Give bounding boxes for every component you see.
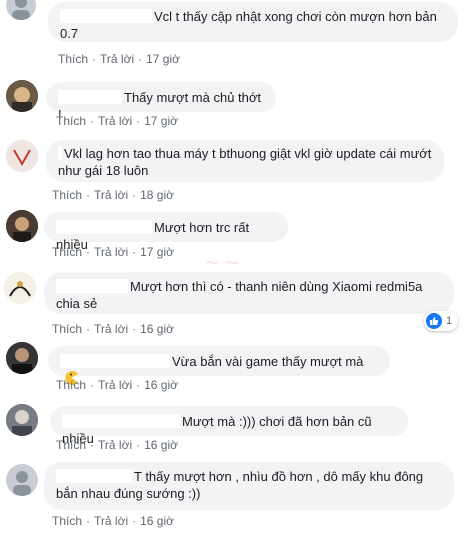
- comment-bubble: Mượt hơn trc rất nhiều: [44, 212, 288, 252]
- comment-bubble: Vcl t thấy cập nhật xong chơi còn mượn h…: [48, 2, 458, 42]
- reaction-count-value: 1: [446, 315, 453, 327]
- avatar[interactable]: [6, 0, 36, 20]
- avatar[interactable]: [6, 210, 38, 242]
- avatar[interactable]: [6, 80, 38, 112]
- timestamp[interactable]: 16 giờ: [144, 378, 178, 392]
- reaction-count[interactable]: 1: [424, 311, 459, 331]
- thumbs-up-icon: [426, 313, 442, 329]
- reply-link[interactable]: Trả lời: [94, 188, 128, 202]
- comment-bubble: Vừa bắn vài game thấy mượt mà: [48, 346, 390, 385]
- timestamp[interactable]: 18 giờ: [140, 188, 174, 202]
- author-name-redacted[interactable]: [60, 9, 152, 23]
- author-name-redacted[interactable]: [56, 279, 128, 293]
- reply-link[interactable]: Trả lời: [98, 378, 132, 392]
- comment-actions: Thích · Trả lời · 16 giờ: [52, 514, 174, 528]
- like-link[interactable]: Thích: [52, 514, 82, 528]
- comment-bubble: Mượt hơn thì có - thanh niên dùng Xiaomi…: [44, 272, 454, 314]
- avatar[interactable]: [6, 404, 38, 436]
- reply-link[interactable]: Trả lời: [94, 322, 128, 336]
- like-link[interactable]: Thích: [52, 245, 82, 259]
- comment-text: Vừa bắn vài game thấy mượt mà: [172, 354, 364, 369]
- author-name-redacted[interactable]: [56, 469, 132, 483]
- avatar[interactable]: [6, 342, 38, 374]
- reply-link[interactable]: Trả lời: [98, 114, 132, 128]
- comment-actions: Thích · Trả lời · 18 giờ: [52, 188, 174, 202]
- comment-actions: Thích · Trả lời · 16 giờ: [56, 438, 178, 452]
- comment-text: Vkl lag hơn tao thua máy t bthuong giật …: [58, 146, 432, 178]
- author-name-redacted[interactable]: [58, 90, 122, 104]
- like-link[interactable]: Thích: [56, 114, 86, 128]
- reply-link[interactable]: Trả lời: [94, 514, 128, 528]
- comment-actions: Thích · Trả lời · 17 giờ: [58, 52, 180, 66]
- comment-actions: Thích · Trả lời · 16 giờ: [56, 378, 178, 392]
- author-name-redacted[interactable]: [58, 146, 62, 160]
- comment-actions: Thích · Trả lời · 17 giờ: [52, 245, 174, 259]
- like-link[interactable]: Thích: [56, 378, 86, 392]
- avatar[interactable]: [6, 140, 38, 172]
- comment-actions: Thích · Trả lời · 16 giờ: [52, 322, 174, 336]
- author-name-redacted[interactable]: [60, 354, 170, 368]
- avatar[interactable]: [6, 464, 38, 496]
- author-name-redacted[interactable]: [56, 220, 152, 234]
- reply-link[interactable]: Trả lời: [98, 438, 132, 452]
- timestamp[interactable]: 17 giờ: [146, 52, 180, 66]
- like-link[interactable]: Thích: [52, 322, 82, 336]
- comment-bubble: Thấy mượt mà chủ thớt !: [46, 82, 276, 122]
- comment-bubble: T thấy mượt hơn , nhìu đồ hơn , dô mấy k…: [44, 462, 454, 510]
- like-link[interactable]: Thích: [58, 52, 88, 66]
- reply-link[interactable]: Trả lời: [100, 52, 134, 66]
- like-link[interactable]: Thích: [52, 188, 82, 202]
- author-name-redacted[interactable]: [62, 414, 180, 428]
- timestamp[interactable]: 16 giờ: [140, 322, 174, 336]
- timestamp[interactable]: 16 giờ: [144, 438, 178, 452]
- reply-link[interactable]: Trả lời: [94, 245, 128, 259]
- timestamp[interactable]: 17 giờ: [144, 114, 178, 128]
- timestamp[interactable]: 16 giờ: [140, 514, 174, 528]
- comment-actions: Thích · Trả lời · 17 giờ: [56, 114, 178, 128]
- comment-bubble: Mượt mà :))) chơi đã hơn bản cũ nhiều: [50, 406, 408, 446]
- comment-bubble: Vkl lag hơn tao thua máy t bthuong giật …: [46, 140, 444, 182]
- timestamp[interactable]: 17 giờ: [140, 245, 174, 259]
- like-link[interactable]: Thích: [56, 438, 86, 452]
- avatar[interactable]: [4, 272, 36, 304]
